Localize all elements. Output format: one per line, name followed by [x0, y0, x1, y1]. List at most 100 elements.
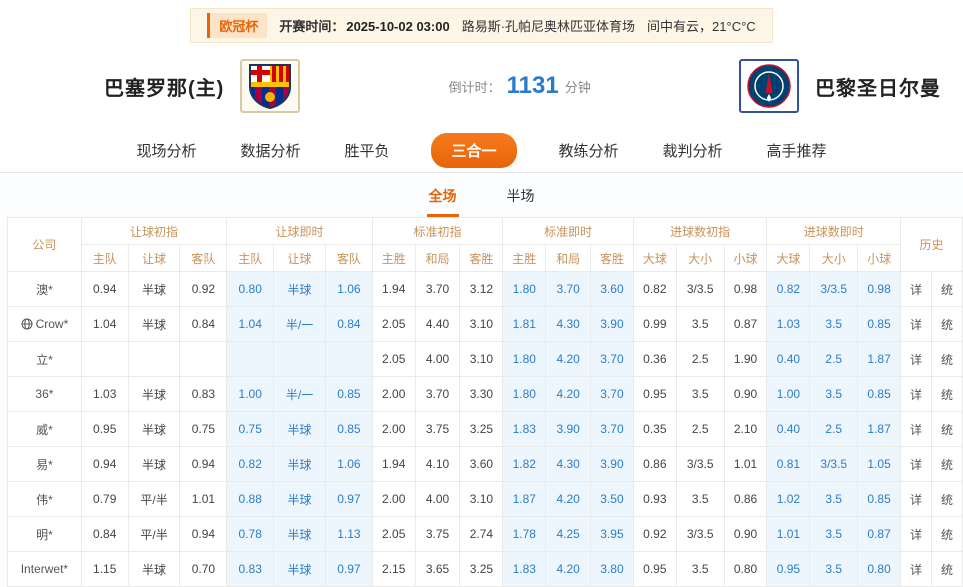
- odds-cell-live: 0.78: [227, 517, 274, 552]
- nav-tab[interactable]: 高手推荐: [765, 134, 829, 167]
- odds-cell-initial: 1.90: [724, 342, 767, 377]
- nav-tab[interactable]: 胜平负: [342, 134, 391, 167]
- odds-cell-live: 1.03: [767, 307, 810, 342]
- odds-cell-initial: 0.70: [180, 552, 227, 587]
- odds-cell-live: 3.5: [810, 517, 858, 552]
- detail-link[interactable]: 详: [901, 482, 932, 517]
- odds-cell-initial: 1.15: [81, 552, 128, 587]
- odds-cell-live: 0.95: [767, 552, 810, 587]
- odds-cell-initial: 2.05: [372, 517, 415, 552]
- stats-link[interactable]: 统: [931, 272, 962, 307]
- odds-sub-header: 客胜: [460, 245, 503, 272]
- odds-cell-live: 1.87: [858, 412, 901, 447]
- odds-sub-header: 让球: [274, 245, 326, 272]
- odds-row: 明*0.84平/半0.940.78半球1.132.053.752.741.784…: [8, 517, 963, 552]
- odds-cell-live: 3.50: [591, 482, 634, 517]
- company-name: 36*: [8, 377, 82, 412]
- odds-group-header: 标准初指: [372, 218, 503, 245]
- stats-link[interactable]: 统: [931, 482, 962, 517]
- countdown-label: 倒计时：: [449, 77, 501, 96]
- odds-cell-initial: 2.00: [372, 377, 415, 412]
- odds-cell-initial: 0.98: [724, 272, 767, 307]
- odds-cell-initial: 2.5: [676, 342, 724, 377]
- odds-cell-initial: 0.87: [724, 307, 767, 342]
- company-name: 澳*: [8, 272, 82, 307]
- odds-cell-live: 1.00: [227, 377, 274, 412]
- odds-cell-live: 1.06: [325, 447, 372, 482]
- odds-cell-live: 0.83: [227, 552, 274, 587]
- odds-cell-initial: 半球: [128, 552, 180, 587]
- weather-text: 间中有云，21°C°C: [647, 16, 756, 35]
- odds-cell-initial: 3.70: [415, 377, 460, 412]
- nav-tab[interactable]: 三合一: [431, 133, 516, 168]
- odds-sub-header: 让球: [128, 245, 180, 272]
- period-tabs: 全场 半场: [0, 173, 963, 217]
- away-team: 巴黎圣日尔曼: [739, 59, 941, 113]
- odds-cell-initial: 0.90: [724, 517, 767, 552]
- odds-table: 公司让球初指让球即时标准初指标准即时进球数初指进球数即时历史主队让球客队主队让球…: [7, 217, 963, 587]
- period-tab[interactable]: 全场: [427, 184, 459, 217]
- stats-link[interactable]: 统: [931, 307, 962, 342]
- odds-cell-live: 半/一: [274, 377, 326, 412]
- league-badge: 欧冠杯: [207, 13, 267, 38]
- home-team: 巴塞罗那(主): [104, 59, 300, 113]
- detail-link[interactable]: 详: [901, 377, 932, 412]
- venue-text: 路易斯·孔帕尼奥林匹亚体育场: [462, 16, 635, 35]
- detail-link[interactable]: 详: [901, 412, 932, 447]
- odds-cell-initial: 0.94: [180, 517, 227, 552]
- odds-row: 36*1.03半球0.831.00半/一0.852.003.703.301.80…: [8, 377, 963, 412]
- odds-cell-live: 4.30: [546, 307, 591, 342]
- match-info-inner: 欧冠杯 开赛时间：2025-10-02 03:00 路易斯·孔帕尼奥林匹亚体育场…: [190, 8, 772, 43]
- stats-link[interactable]: 统: [931, 447, 962, 482]
- odds-cell-initial: 0.36: [633, 342, 676, 377]
- odds-cell-initial: 4.40: [415, 307, 460, 342]
- detail-link[interactable]: 详: [901, 272, 932, 307]
- nav-tab[interactable]: 裁判分析: [661, 134, 725, 167]
- detail-link[interactable]: 详: [901, 342, 932, 377]
- odds-cell-initial: 0.80: [724, 552, 767, 587]
- odds-cell-live: 1.78: [503, 517, 546, 552]
- odds-sub-header: 客胜: [591, 245, 634, 272]
- kickoff-time: 2025-10-02 03:00: [346, 19, 449, 34]
- odds-cell-live: 0.85: [858, 482, 901, 517]
- odds-cell-live: 3.70: [546, 272, 591, 307]
- detail-link[interactable]: 详: [901, 517, 932, 552]
- countdown-unit: 分钟: [565, 77, 591, 96]
- content-area: 全场半场 公司让球初指让球即时标准初指标准即时进球数初指进球数即时历史主队让球客…: [0, 173, 963, 587]
- odds-cell-live: 4.30: [546, 447, 591, 482]
- period-tab[interactable]: 半场: [505, 184, 537, 217]
- odds-sub-header: 主队: [227, 245, 274, 272]
- stats-link[interactable]: 统: [931, 412, 962, 447]
- detail-link[interactable]: 详: [901, 447, 932, 482]
- stats-link[interactable]: 统: [931, 377, 962, 412]
- odds-cell-initial: 0.99: [633, 307, 676, 342]
- away-team-name: 巴黎圣日尔曼: [815, 72, 941, 101]
- home-crest-box: [240, 59, 300, 113]
- detail-link[interactable]: 详: [901, 307, 932, 342]
- odds-cell-live: 4.20: [546, 342, 591, 377]
- detail-link[interactable]: 详: [901, 552, 932, 587]
- odds-row: 澳*0.94半球0.920.80半球1.061.943.703.121.803.…: [8, 272, 963, 307]
- stats-link[interactable]: 统: [931, 342, 962, 377]
- stats-link[interactable]: 统: [931, 552, 962, 587]
- odds-cell-initial: 0.84: [81, 517, 128, 552]
- odds-cell-initial: 0.90: [724, 377, 767, 412]
- odds-cell-live: 半/一: [274, 307, 326, 342]
- odds-cell-live: 0.82: [227, 447, 274, 482]
- odds-sub-header: 主胜: [503, 245, 546, 272]
- odds-cell-live: 3.70: [591, 377, 634, 412]
- odds-cell-initial: 3.75: [415, 412, 460, 447]
- odds-cell-live: 1.05: [858, 447, 901, 482]
- odds-row: 伟*0.79平/半1.010.88半球0.972.004.003.101.874…: [8, 482, 963, 517]
- odds-cell-initial: 3.5: [676, 307, 724, 342]
- company-name: 明*: [8, 517, 82, 552]
- odds-cell-initial: 半球: [128, 377, 180, 412]
- odds-cell-initial: 0.35: [633, 412, 676, 447]
- company-column-header: 公司: [8, 218, 82, 272]
- stats-link[interactable]: 统: [931, 517, 962, 552]
- odds-cell-initial: 0.95: [633, 552, 676, 587]
- nav-tab[interactable]: 教练分析: [557, 134, 621, 167]
- away-crest-box: [739, 59, 799, 113]
- nav-tab[interactable]: 现场分析: [134, 134, 198, 167]
- nav-tab[interactable]: 数据分析: [238, 134, 302, 167]
